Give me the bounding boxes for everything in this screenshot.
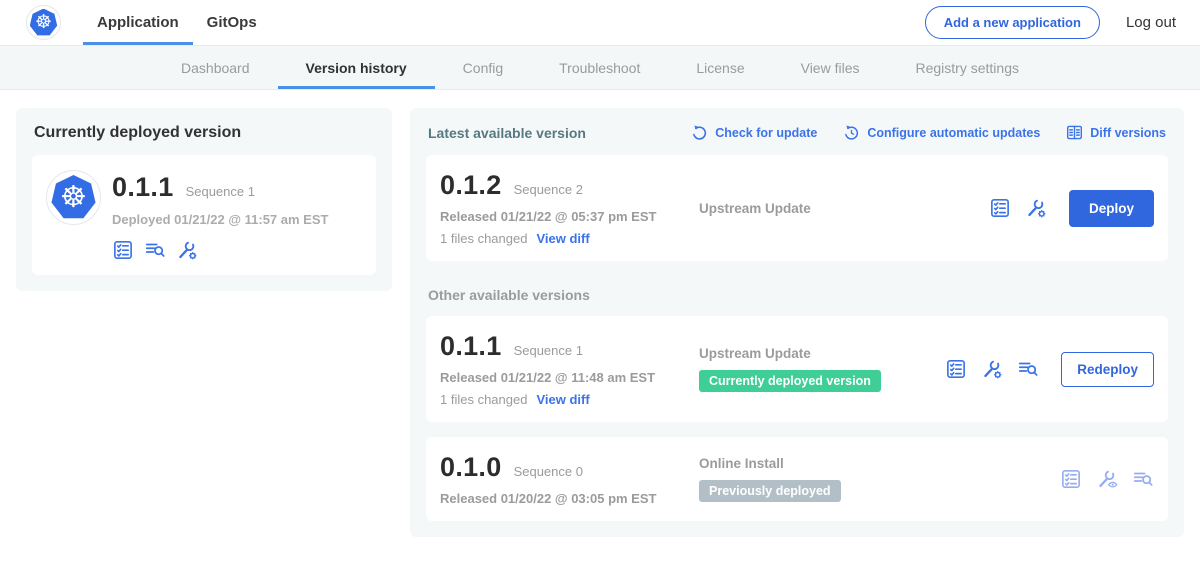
add-new-application-button[interactable]: Add a new application: [925, 6, 1100, 39]
version-sequence: Sequence 1: [514, 343, 583, 358]
files-changed-row: 1 files changed View diff: [440, 392, 695, 407]
view-diff-link[interactable]: View diff: [536, 392, 589, 407]
subnav-tab-version-history[interactable]: Version history: [278, 46, 435, 89]
deployed-version-sequence: Sequence 1: [186, 184, 255, 199]
config-gear-icon[interactable]: [1025, 197, 1047, 219]
released-timestamp: Released 01/21/22 @ 11:48 am EST: [440, 370, 695, 385]
version-number: 0.1.0: [440, 452, 502, 483]
checklist-icon[interactable]: [112, 239, 134, 261]
version-sequence: Sequence 2: [514, 182, 583, 197]
clock-refresh-icon: [843, 124, 860, 141]
diff-versions-link[interactable]: Diff versions: [1066, 124, 1166, 141]
subnav-tab-view-files[interactable]: View files: [773, 46, 888, 89]
latest-available-title: Latest available version: [428, 125, 586, 141]
checklist-icon[interactable]: [989, 197, 1011, 219]
status-badge: Currently deployed version: [699, 370, 881, 392]
version-card: 0.1.1 Sequence 1 Released 01/21/22 @ 11:48…: [426, 316, 1168, 422]
check-for-update-link[interactable]: Check for update: [691, 124, 817, 141]
deployed-timestamp: Deployed 01/21/22 @ 11:57 am EST: [112, 212, 328, 227]
checklist-icon: [1060, 468, 1082, 490]
latest-card-slot: 0.1.2 Sequence 2 Released 01/21/22 @ 05:37…: [426, 155, 1168, 261]
config-gear-icon[interactable]: [176, 239, 198, 261]
logs-icon[interactable]: [144, 239, 166, 261]
status-badge: Previously deployed: [699, 480, 841, 502]
app-logo: ☸: [46, 170, 101, 225]
subnav-tab-registry-settings[interactable]: Registry settings: [888, 46, 1047, 89]
subnav-tab-troubleshoot[interactable]: Troubleshoot: [531, 46, 668, 89]
check-for-update-label: Check for update: [715, 126, 817, 140]
version-source: Upstream Update: [699, 346, 811, 361]
topbar-right: Add a new application Log out: [925, 0, 1176, 45]
subnav-tab-dashboard[interactable]: Dashboard: [153, 46, 278, 89]
files-changed-row: 1 files changed View diff: [440, 231, 695, 246]
view-diff-link[interactable]: View diff: [536, 231, 589, 246]
checklist-icon[interactable]: [945, 358, 967, 380]
configure-automatic-updates-link[interactable]: Configure automatic updates: [843, 124, 1040, 141]
version-source: Online Install: [699, 456, 784, 471]
logout-button[interactable]: Log out: [1126, 14, 1176, 31]
configure-automatic-updates-label: Configure automatic updates: [867, 126, 1040, 140]
files-changed-label: 1 files changed: [440, 392, 527, 407]
released-timestamp: Released 01/21/22 @ 05:37 pm EST: [440, 209, 695, 224]
logs-icon: [1132, 468, 1154, 490]
deployed-version-actions: [112, 239, 328, 261]
deployed-version-info: 0.1.1 Sequence 1 Deployed 01/21/22 @ 11:…: [112, 170, 328, 261]
config-gear-icon[interactable]: [981, 358, 1003, 380]
other-cards-slot: 0.1.1 Sequence 1 Released 01/21/22 @ 11:48…: [426, 316, 1168, 521]
main-content: Currently deployed version ☸ 0.1.1 Seque…: [0, 90, 1200, 537]
kubernetes-app-icon: ☸: [51, 175, 96, 220]
kubernetes-logo: ☸: [26, 5, 61, 40]
released-timestamp: Released 01/20/22 @ 03:05 pm EST: [440, 491, 695, 506]
other-available-title: Other available versions: [428, 287, 1166, 303]
version-history-panel: Latest available version Check for updat…: [410, 108, 1184, 537]
version-number: 0.1.1: [440, 331, 502, 362]
version-card-status: Online Install Previously deployed: [695, 456, 1060, 502]
refresh-icon: [691, 124, 708, 141]
logs-icon[interactable]: [1017, 358, 1039, 380]
version-card-status: Upstream Update Currently deployed versio…: [695, 346, 945, 392]
version-card-actions: [1060, 468, 1154, 490]
topbar-tabs: ApplicationGitOps: [83, 0, 271, 45]
version-card-status: Upstream Update: [695, 201, 989, 216]
version-card-info: 0.1.0 Sequence 0 Released 01/20/22 @ 03:05…: [440, 452, 695, 506]
currently-deployed-title: Currently deployed version: [34, 124, 376, 142]
diff-icon: [1066, 124, 1083, 141]
app-subnav: DashboardVersion historyConfigTroublesho…: [0, 46, 1200, 90]
version-source: Upstream Update: [699, 201, 811, 216]
subnav-tab-config[interactable]: Config: [435, 46, 531, 89]
currently-deployed-panel: Currently deployed version ☸ 0.1.1 Seque…: [16, 108, 392, 291]
redeploy-button[interactable]: Redeploy: [1061, 352, 1154, 387]
version-card-actions: Deploy: [989, 190, 1154, 227]
latest-version-header: Latest available version Check for updat…: [428, 124, 1166, 141]
deployed-version-number: 0.1.1: [112, 172, 174, 203]
deploy-button[interactable]: Deploy: [1069, 190, 1154, 227]
config-view-icon: [1096, 468, 1118, 490]
deployed-version-card: ☸ 0.1.1 Sequence 1 Deployed 01/21/22 @ 1…: [32, 155, 376, 275]
diff-versions-label: Diff versions: [1090, 126, 1166, 140]
version-sequence: Sequence 0: [514, 464, 583, 479]
kubernetes-logo-icon: ☸: [30, 9, 58, 37]
version-card-actions: Redeploy: [945, 352, 1154, 387]
files-changed-label: 1 files changed: [440, 231, 527, 246]
tab-gitops[interactable]: GitOps: [193, 0, 271, 45]
version-actions-links: Check for update Configure automatic upda…: [691, 124, 1166, 141]
version-card-info: 0.1.2 Sequence 2 Released 01/21/22 @ 05:37…: [440, 170, 695, 246]
version-card-info: 0.1.1 Sequence 1 Released 01/21/22 @ 11:48…: [440, 331, 695, 407]
subnav-tab-license[interactable]: License: [668, 46, 772, 89]
version-number: 0.1.2: [440, 170, 502, 201]
version-card: 0.1.0 Sequence 0 Released 01/20/22 @ 03:05…: [426, 437, 1168, 521]
tab-application[interactable]: Application: [83, 0, 193, 45]
top-navbar: ☸ ApplicationGitOps Add a new applicatio…: [0, 0, 1200, 46]
version-card: 0.1.2 Sequence 2 Released 01/21/22 @ 05:37…: [426, 155, 1168, 261]
